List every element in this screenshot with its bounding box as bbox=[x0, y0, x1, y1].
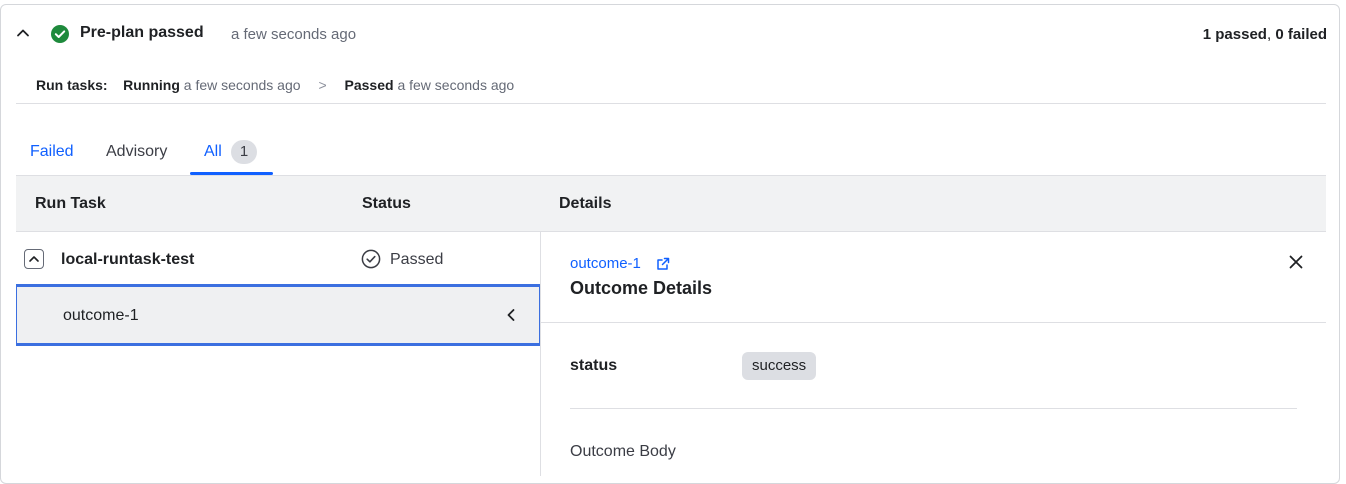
step-passed-time: a few seconds ago bbox=[393, 77, 515, 93]
pre-plan-header[interactable]: Pre-plan passed a few seconds ago 1 pass… bbox=[1, 5, 1341, 61]
field-key-status: status bbox=[570, 357, 618, 374]
header-divider bbox=[16, 103, 1326, 104]
tab-all[interactable]: All bbox=[204, 140, 222, 174]
table-header: Run Task Status Details bbox=[16, 175, 1326, 232]
column-header-status: Status bbox=[362, 195, 411, 212]
run-tasks-label: Run tasks: bbox=[36, 77, 108, 93]
close-icon[interactable] bbox=[1287, 253, 1305, 271]
timeline-arrow: > bbox=[318, 77, 327, 93]
column-header-run-task: Run Task bbox=[35, 195, 106, 212]
chevron-left-icon bbox=[507, 309, 515, 321]
field-divider bbox=[570, 408, 1297, 409]
run-tasks-timeline: Run tasks: Running a few seconds ago > P… bbox=[36, 77, 514, 93]
details-title: Outcome Details bbox=[570, 278, 713, 298]
run-task-name: local-runtask-test bbox=[61, 251, 195, 268]
result-summary: 1 passed, 0 failed bbox=[1203, 26, 1327, 43]
check-circle-icon bbox=[51, 25, 69, 43]
chevron-up-icon[interactable] bbox=[15, 25, 31, 41]
outcome-name: outcome-1 bbox=[63, 307, 139, 324]
run-task-status: Passed bbox=[390, 251, 444, 268]
tab-failed[interactable]: Failed bbox=[30, 140, 74, 174]
step-running-status: Running bbox=[123, 77, 180, 93]
table-row: local-runtask-test Passed bbox=[16, 232, 540, 284]
failed-count: 0 failed bbox=[1275, 26, 1327, 43]
step-running-time: a few seconds ago bbox=[179, 77, 301, 93]
outcome-row[interactable]: outcome-1 bbox=[16, 284, 540, 346]
column-header-details: Details bbox=[559, 195, 612, 212]
stage-time: a few seconds ago bbox=[231, 26, 357, 43]
collapse-row-button[interactable] bbox=[24, 249, 44, 269]
details-panel: outcome-1 Outcome Details status success… bbox=[541, 232, 1326, 476]
status-badge: success bbox=[742, 352, 817, 380]
check-circle-outline-icon bbox=[361, 249, 381, 269]
step-passed-status: Passed bbox=[344, 77, 394, 93]
stage-title: Pre-plan passed bbox=[80, 24, 204, 41]
external-link-icon[interactable] bbox=[655, 256, 671, 272]
tab-advisory[interactable]: Advisory bbox=[106, 140, 167, 174]
outcome-link[interactable]: outcome-1 bbox=[570, 255, 641, 272]
chevron-up-icon bbox=[29, 256, 39, 262]
passed-count: 1 passed bbox=[1202, 26, 1267, 43]
details-divider bbox=[541, 322, 1326, 323]
outcome-body-label: Outcome Body bbox=[570, 443, 676, 460]
tab-all-count-badge: 1 bbox=[231, 140, 257, 164]
